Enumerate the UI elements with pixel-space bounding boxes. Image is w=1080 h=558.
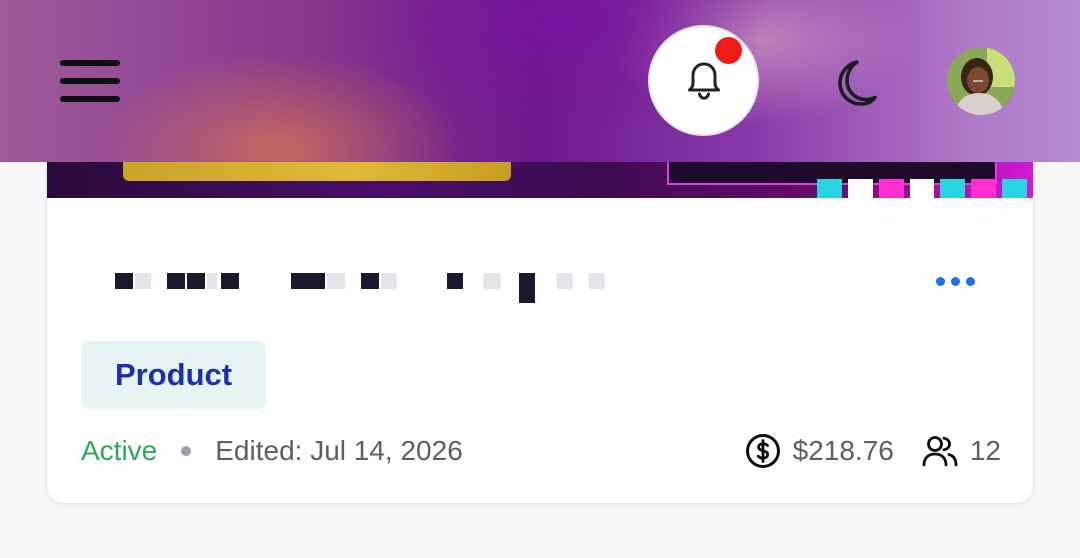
category-tag[interactable]: Product	[81, 341, 267, 409]
amount-value: $218.76	[792, 435, 894, 466]
top-app-bar	[0, 0, 1080, 162]
hamburger-menu-icon	[60, 60, 120, 66]
more-horizontal-icon	[936, 276, 945, 286]
avatar-photo	[947, 47, 1015, 115]
dollar-circle-icon	[745, 434, 780, 468]
bell-icon	[687, 62, 720, 100]
card-status-group: Active Edited: Jul 14, 2026	[81, 435, 463, 467]
card-stats-group: $218.76 12	[745, 433, 1001, 469]
card-title-redacted	[81, 263, 641, 303]
members-stat: 12	[922, 434, 1001, 468]
user-avatar[interactable]	[947, 47, 1015, 115]
members-count: 12	[969, 435, 1001, 466]
status-label: Active	[81, 435, 158, 466]
more-options-button[interactable]	[930, 271, 981, 292]
notifications-button[interactable]	[648, 25, 759, 136]
amount-stat: $218.76	[745, 433, 894, 469]
separator-dot	[181, 446, 192, 456]
card-title-row	[81, 261, 981, 303]
card-meta-row: Active Edited: Jul 14, 2026 $218.76 12	[81, 429, 1001, 473]
edited-date: Edited: Jul 14, 2026	[215, 435, 463, 466]
moon-icon	[838, 60, 877, 106]
users-icon	[922, 436, 958, 467]
theme-toggle-button[interactable]	[826, 56, 880, 110]
project-card[interactable]: Product Active Edited: Jul 14, 2026 $218…	[46, 120, 1034, 504]
notification-badge	[715, 37, 742, 64]
hamburger-menu-button[interactable]	[60, 58, 120, 104]
cover-graphic-stripes	[817, 179, 1028, 198]
screen: Product Active Edited: Jul 14, 2026 $218…	[0, 0, 1080, 558]
